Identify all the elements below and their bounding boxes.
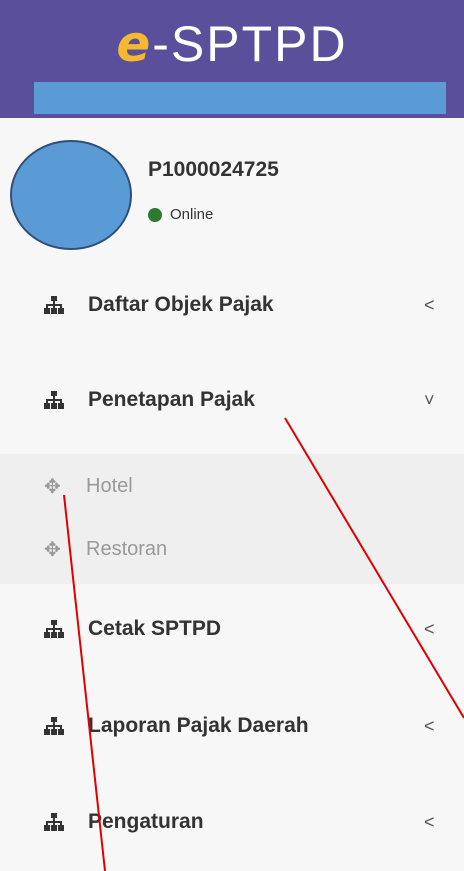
annotation-overlay — [63, 417, 464, 871]
annotation-line-hotel — [63, 494, 106, 871]
annotation-line-penetapan — [284, 417, 464, 719]
